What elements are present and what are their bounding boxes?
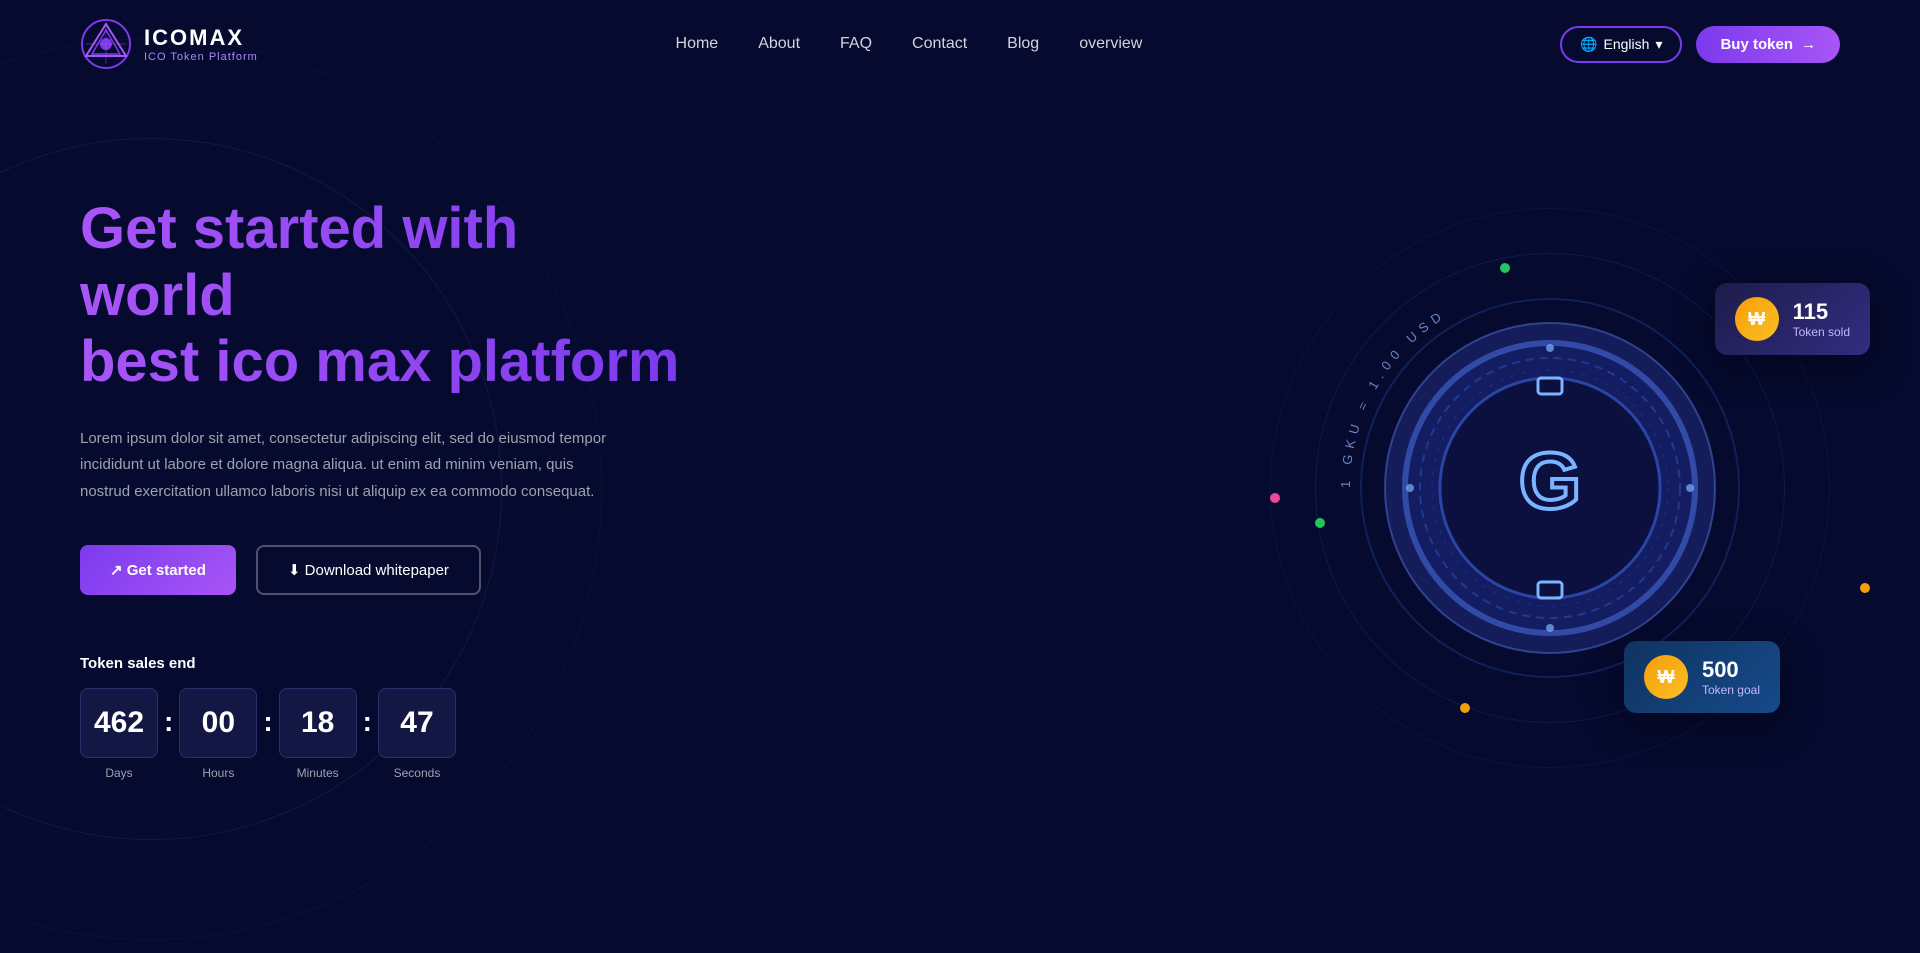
- nav-contact[interactable]: Contact: [912, 35, 967, 52]
- nav-faq[interactable]: FAQ: [840, 35, 872, 52]
- hours-value: 00: [179, 688, 257, 758]
- countdown-seconds: 47 Seconds: [378, 688, 456, 780]
- chevron-down-icon: ▾: [1655, 36, 1662, 53]
- countdown-days: 462 Days: [80, 688, 158, 780]
- language-button[interactable]: 🌐 English ▾: [1560, 26, 1682, 63]
- svg-text:1 GKU = 1.00 USD: 1 GKU = 1.00 USD: [1338, 306, 1449, 488]
- hours-label: Hours: [202, 766, 234, 780]
- get-started-button[interactable]: ↗ Get started: [80, 545, 236, 595]
- buy-token-button[interactable]: Buy token →: [1696, 26, 1840, 63]
- nav-overview[interactable]: overview: [1079, 35, 1142, 52]
- dot-yellow-right: [1860, 583, 1870, 593]
- token-goal-label: Token goal: [1702, 683, 1760, 697]
- logo[interactable]: ICOMAX ICO Token Platform: [80, 18, 258, 70]
- hero-right: G 1 GKU = 1.00 USD ₩: [1260, 163, 1840, 813]
- token-goal-number: 500: [1702, 657, 1760, 683]
- nav-right: 🌐 English ▾ Buy token →: [1560, 26, 1840, 63]
- colon-1: :: [158, 706, 179, 738]
- download-whitepaper-button[interactable]: ⬇ Download whitepaper: [256, 545, 481, 595]
- countdown-section: Token sales end 462 Days : 00 Hours : 18…: [80, 655, 680, 780]
- nav-blog[interactable]: Blog: [1007, 35, 1039, 52]
- hero-description: Lorem ipsum dolor sit amet, consectetur …: [80, 426, 620, 505]
- countdown-label: Token sales end: [80, 655, 680, 672]
- brand-sub: ICO Token Platform: [144, 51, 258, 63]
- token-sold-card: ₩ 115 Token sold: [1715, 283, 1870, 355]
- hero-section: Get started with world best ico max plat…: [0, 88, 1920, 908]
- nav-home[interactable]: Home: [676, 35, 719, 52]
- language-label: English: [1604, 36, 1650, 52]
- dot-green-left: [1315, 518, 1325, 528]
- token-goal-icon: ₩: [1644, 655, 1688, 699]
- dot-yellow-bottom: [1460, 703, 1470, 713]
- hero-title: Get started with world best ico max plat…: [80, 196, 680, 396]
- minutes-label: Minutes: [297, 766, 339, 780]
- seconds-value: 47: [378, 688, 456, 758]
- colon-3: :: [357, 706, 378, 738]
- countdown-hours: 00 Hours: [179, 688, 257, 780]
- minutes-value: 18: [279, 688, 357, 758]
- token-sold-number: 115: [1793, 299, 1850, 325]
- token-goal-card: ₩ 500 Token goal: [1624, 641, 1780, 713]
- nav-links: Home About FAQ Contact Blog overview: [676, 35, 1143, 53]
- arrow-right-icon: →: [1801, 36, 1816, 53]
- logo-text: ICOMAX ICO Token Platform: [144, 25, 258, 63]
- brand-name: ICOMAX: [144, 25, 258, 51]
- token-sold-info: 115 Token sold: [1793, 299, 1850, 339]
- token-goal-info: 500 Token goal: [1702, 657, 1760, 697]
- hero-left: Get started with world best ico max plat…: [80, 196, 680, 780]
- nav-about[interactable]: About: [758, 35, 800, 52]
- days-value: 462: [80, 688, 158, 758]
- dot-pink-left: [1270, 493, 1280, 503]
- dot-green-top: [1500, 263, 1510, 273]
- countdown-minutes: 18 Minutes: [279, 688, 357, 780]
- globe-icon: 🌐: [1580, 36, 1597, 53]
- countdown-boxes: 462 Days : 00 Hours : 18 Minutes : 47 Se…: [80, 688, 680, 780]
- logo-icon: [80, 18, 132, 70]
- seconds-label: Seconds: [394, 766, 441, 780]
- colon-2: :: [257, 706, 278, 738]
- token-sold-icon: ₩: [1735, 297, 1779, 341]
- hero-buttons: ↗ Get started ⬇ Download whitepaper: [80, 545, 680, 595]
- token-sold-label: Token sold: [1793, 325, 1850, 339]
- days-label: Days: [105, 766, 132, 780]
- buy-token-label: Buy token: [1720, 36, 1793, 53]
- navbar: ICOMAX ICO Token Platform Home About FAQ…: [0, 0, 1920, 88]
